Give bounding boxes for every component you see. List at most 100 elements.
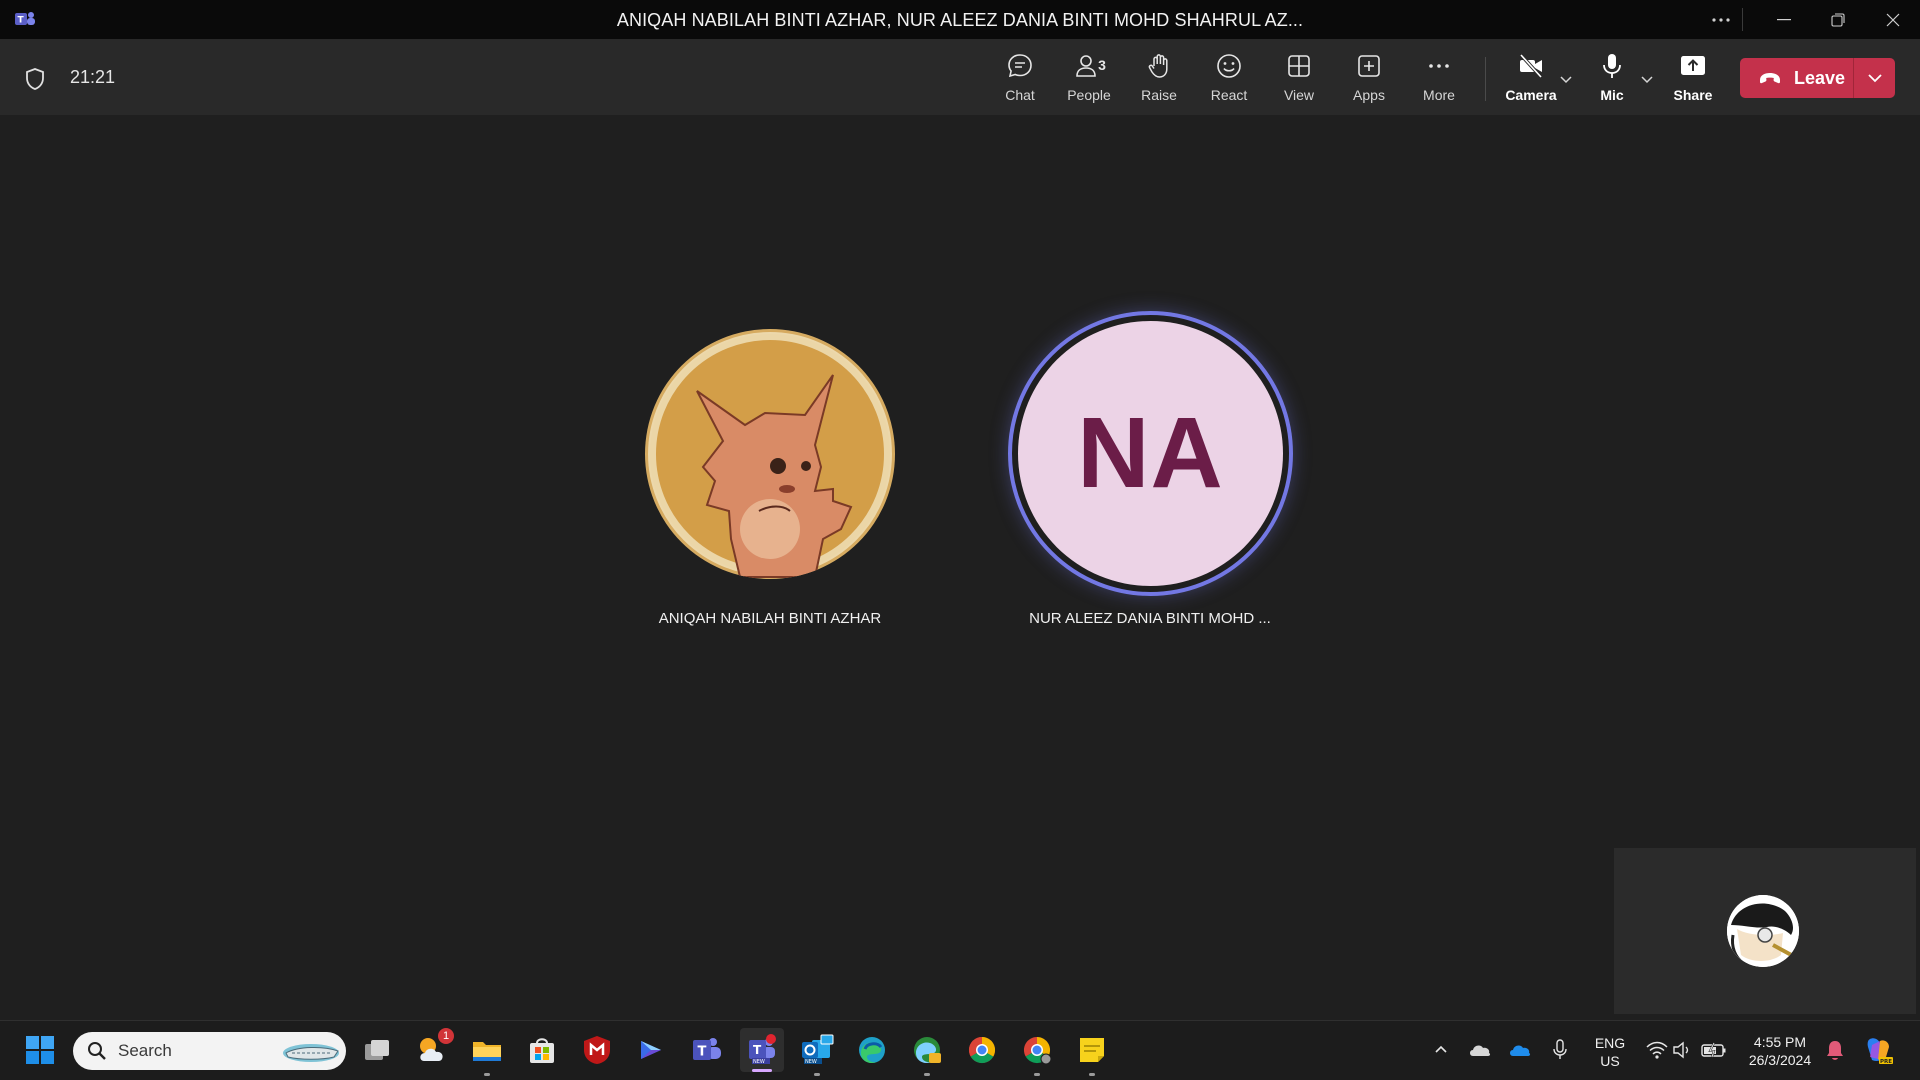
participant-avatar-fox[interactable] <box>645 329 895 579</box>
task-view-icon[interactable] <box>360 1033 394 1067</box>
battery-charging-icon[interactable] <box>1697 1033 1731 1067</box>
search-icon <box>88 1042 106 1060</box>
participant-name: NUR ALEEZ DANIA BINTI MOHD ... <box>1029 610 1271 627</box>
apps-label: Apps <box>1353 87 1385 103</box>
add-app-icon <box>1358 55 1380 77</box>
react-label: React <box>1210 87 1248 103</box>
self-view-tile[interactable] <box>1614 848 1916 1014</box>
svg-text:NEW: NEW <box>753 1059 765 1065</box>
camera-button[interactable]: Camera <box>1499 51 1563 107</box>
teams-classic-icon[interactable]: T <box>690 1033 724 1067</box>
leave-label: Leave <box>1794 67 1846 88</box>
raise-hand-button[interactable]: Raise <box>1127 51 1191 107</box>
svg-text:T: T <box>753 1043 762 1057</box>
chat-label: Chat <box>1005 87 1035 103</box>
windows-taskbar: Search 1 T T NEW NEW ENG US 4:55 PM 26/3… <box>0 1020 1920 1080</box>
edge-dev-icon[interactable] <box>910 1033 944 1076</box>
weather-icon[interactable]: 1 <box>415 1028 454 1067</box>
title-separator <box>1742 8 1743 31</box>
outlook-new-icon[interactable]: NEW <box>800 1033 834 1076</box>
mic-options-chevron-icon[interactable] <box>1639 71 1655 87</box>
svg-text:NEW: NEW <box>805 1059 817 1065</box>
share-button[interactable]: Share <box>1661 51 1725 107</box>
restore-icon[interactable] <box>1811 0 1865 39</box>
view-label: View <box>1283 87 1315 103</box>
more-label: More <box>1423 87 1455 103</box>
leave-button[interactable]: Leave <box>1740 58 1895 98</box>
participant-avatar-initials[interactable]: NA <box>1018 321 1283 586</box>
mic-label: Mic <box>1600 87 1624 103</box>
window-title: ANIQAH NABILAH BINTI AZHAR, NUR ALEEZ DA… <box>616 10 1304 30</box>
toolbar-divider <box>1485 57 1486 101</box>
shield-icon[interactable] <box>24 67 46 91</box>
start-icon[interactable] <box>23 1033 57 1067</box>
show-hidden-icons-chevron-icon[interactable] <box>1424 1033 1458 1067</box>
svg-text:T: T <box>698 1045 707 1060</box>
more-icon[interactable] <box>1694 0 1748 39</box>
search-placeholder: Search <box>118 1041 172 1060</box>
close-icon[interactable] <box>1866 0 1920 39</box>
chrome-icon[interactable] <box>965 1033 999 1067</box>
running-indicator <box>1034 1073 1040 1076</box>
volume-icon[interactable] <box>1666 1033 1700 1067</box>
anime-avatar <box>1727 895 1799 967</box>
participant-initials: NA <box>1077 397 1224 509</box>
microphone-icon <box>1603 54 1621 78</box>
active-indicator <box>752 1069 772 1072</box>
running-indicator <box>1089 1073 1095 1076</box>
sticky-notes-icon[interactable] <box>1075 1033 1109 1076</box>
weather-badge: 1 <box>438 1028 454 1044</box>
search-highlight-graphic <box>283 1044 339 1062</box>
view-button[interactable]: View <box>1267 51 1331 107</box>
emoji-icon <box>1217 54 1241 78</box>
chat-icon <box>1008 54 1032 78</box>
copilot-preview-icon[interactable]: PRE <box>1861 1033 1895 1067</box>
hand-icon <box>1148 54 1168 78</box>
taskbar-search-box[interactable]: Search <box>73 1032 346 1070</box>
fox-drawing-avatar <box>648 332 892 578</box>
clock-time: 4:55 PM <box>1753 1034 1807 1050</box>
self-avatar <box>1727 895 1799 967</box>
minimize-icon[interactable] <box>1757 0 1811 39</box>
people-button[interactable]: 3 People <box>1057 51 1121 107</box>
people-count: 3 <box>1098 57 1106 73</box>
leave-main[interactable]: Leave <box>1740 58 1853 98</box>
svg-text:PRE: PRE <box>1880 1059 1892 1065</box>
file-explorer-icon[interactable] <box>470 1033 504 1076</box>
clock-date: 26/3/2024 <box>1748 1052 1812 1068</box>
microphone-in-use-icon[interactable] <box>1543 1033 1577 1067</box>
title-bar: T ANIQAH NABILAH BINTI AZHAR, NUR ALEEZ … <box>0 0 1920 39</box>
onedrive-personal-icon[interactable] <box>1463 1033 1497 1067</box>
chat-button[interactable]: Chat <box>988 51 1052 107</box>
running-indicator <box>814 1073 820 1076</box>
raise-label: Raise <box>1141 87 1177 103</box>
onedrive-icon[interactable] <box>1503 1033 1537 1067</box>
mic-button[interactable]: Mic <box>1580 51 1644 107</box>
copilot-icon[interactable] <box>635 1033 669 1067</box>
camera-label: Camera <box>1505 87 1557 103</box>
camera-options-chevron-icon[interactable] <box>1558 71 1574 87</box>
teams-new-icon[interactable]: T NEW <box>740 1028 784 1072</box>
region-code: US <box>1600 1053 1620 1069</box>
running-indicator <box>484 1073 490 1076</box>
share-label: Share <box>1673 87 1713 103</box>
more-button[interactable]: More <box>1407 51 1471 107</box>
notification-bell-icon[interactable] <box>1818 1033 1852 1067</box>
leave-options-chevron-icon[interactable] <box>1854 58 1895 98</box>
people-label: People <box>1067 87 1111 103</box>
edge-icon[interactable] <box>855 1033 889 1067</box>
chrome-profile-icon[interactable] <box>1020 1033 1054 1076</box>
input-language[interactable]: ENG US <box>1590 1034 1630 1070</box>
more-dots-icon <box>1429 64 1449 68</box>
react-button[interactable]: React <box>1197 51 1261 107</box>
grid-view-icon <box>1288 55 1310 77</box>
meeting-toolbar: 21:21 Chat 3 People Raise React View App… <box>0 39 1920 115</box>
camera-off-icon <box>1519 53 1543 79</box>
language-code: ENG <box>1594 1035 1626 1051</box>
mcafee-icon[interactable] <box>580 1033 614 1067</box>
clock[interactable]: 4:55 PM 26/3/2024 <box>1740 1033 1820 1069</box>
meeting-timer: 21:21 <box>70 67 116 87</box>
running-indicator <box>924 1073 930 1076</box>
microsoft-store-icon[interactable] <box>525 1033 559 1067</box>
apps-button[interactable]: Apps <box>1337 51 1401 107</box>
